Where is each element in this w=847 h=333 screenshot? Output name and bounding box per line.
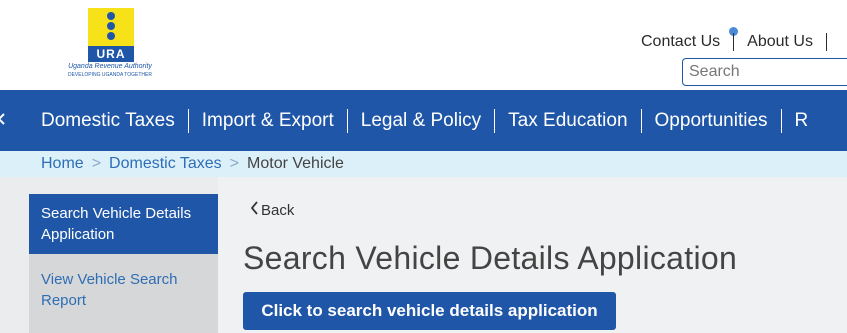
logo-initials: URA: [88, 46, 134, 62]
top-links: Contact Us About Us: [641, 33, 840, 51]
nav-items: Domestic Taxes Import & Export Legal & P…: [28, 90, 821, 151]
back-link[interactable]: Back: [250, 201, 294, 219]
chevron-left-icon: [250, 201, 261, 219]
contact-us-link[interactable]: Contact Us: [641, 33, 720, 51]
nav-tax-education[interactable]: Tax Education: [495, 110, 640, 132]
logo-dot: [107, 12, 115, 20]
about-us-link[interactable]: About Us: [747, 33, 813, 51]
page-title: Search Vehicle Details Application: [243, 240, 738, 276]
sidebar-item-view-vehicle-search-report[interactable]: View Vehicle Search Report: [29, 260, 218, 320]
nav-item-truncated[interactable]: R: [782, 110, 822, 132]
breadcrumb: Home > Domestic Taxes > Motor Vehicle: [0, 151, 847, 177]
back-label: Back: [261, 201, 295, 219]
logo-dot: [107, 22, 115, 30]
breadcrumb-separator: >: [91, 155, 102, 172]
nav-import-export[interactable]: Import & Export: [189, 110, 347, 132]
nav-domestic-taxes[interactable]: Domestic Taxes: [28, 110, 188, 132]
breadcrumb-home[interactable]: Home: [41, 155, 84, 173]
logo-emblem: URA: [88, 8, 134, 62]
top-link-divider: [733, 33, 735, 51]
logo-tagline: DEVELOPING UGANDA TOGETHER: [67, 72, 152, 78]
nav-opportunities[interactable]: Opportunities: [642, 110, 781, 132]
breadcrumb-separator: >: [229, 155, 240, 172]
logo-name: Uganda Revenue Authority: [68, 63, 152, 70]
home-icon[interactable]: [0, 110, 8, 133]
top-link-divider: [825, 33, 827, 51]
search-input[interactable]: [682, 58, 847, 86]
main-nav: Domestic Taxes Import & Export Legal & P…: [0, 90, 847, 151]
main-content: Back Search Vehicle Details Application …: [218, 177, 847, 333]
breadcrumb-domestic-taxes[interactable]: Domestic Taxes: [109, 155, 222, 173]
search-vehicle-details-button[interactable]: Click to search vehicle details applicat…: [243, 292, 616, 330]
sidebar: Search Vehicle Details Application View …: [29, 194, 218, 333]
breadcrumb-current: Motor Vehicle: [247, 155, 344, 172]
content-area: Search Vehicle Details Application View …: [0, 177, 847, 333]
logo-dot: [107, 32, 115, 40]
site-header: URA Uganda Revenue Authority DEVELOPING …: [0, 0, 847, 90]
logo-yellow-panel: [88, 8, 134, 46]
ura-logo[interactable]: URA Uganda Revenue Authority DEVELOPING …: [50, 6, 170, 82]
nav-legal-policy[interactable]: Legal & Policy: [348, 110, 494, 132]
sidebar-item-search-vehicle-details[interactable]: Search Vehicle Details Application: [29, 194, 218, 254]
